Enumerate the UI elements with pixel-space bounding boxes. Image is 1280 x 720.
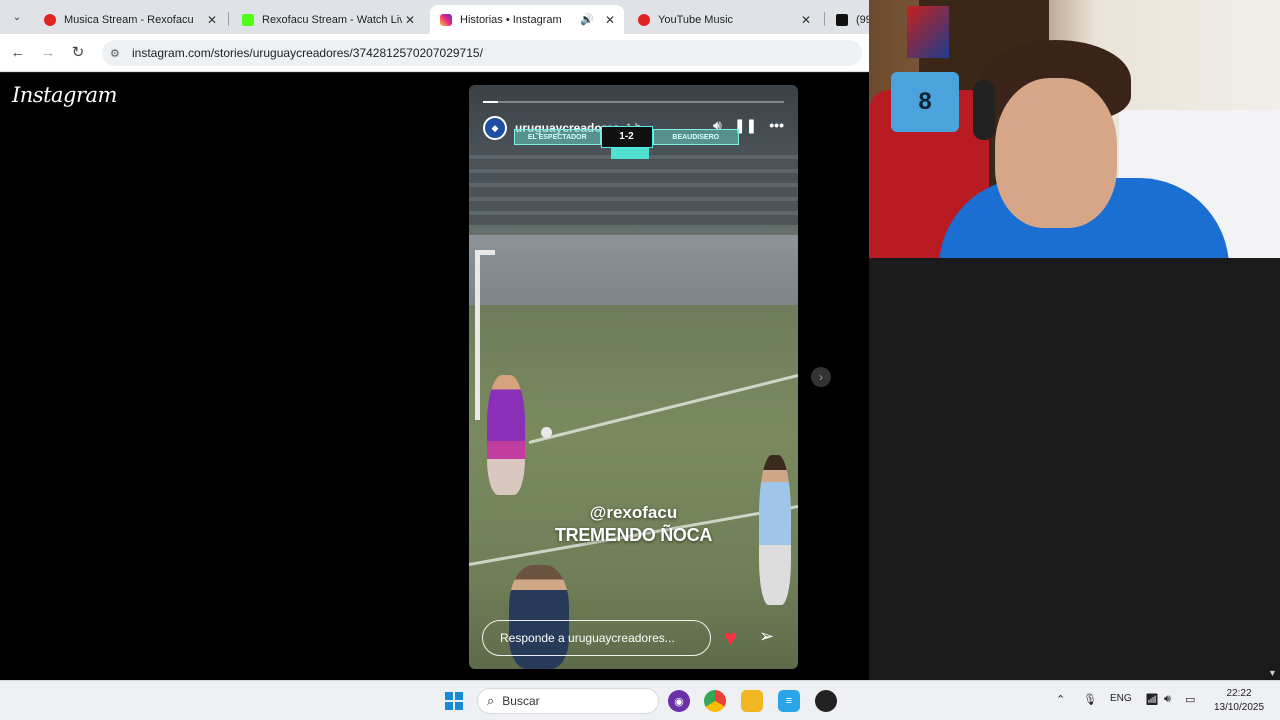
microphone-icon[interactable]: 🎙︎ xyxy=(1083,693,1097,706)
close-icon[interactable]: ✕ xyxy=(602,13,618,27)
close-icon[interactable]: ✕ xyxy=(798,13,814,27)
volume-icon[interactable]: 🔊︎ xyxy=(1164,693,1171,706)
goalkeeper-player xyxy=(487,375,525,495)
site-settings-icon[interactable]: ⚙ xyxy=(110,47,126,60)
next-story-chevron-icon[interactable]: › xyxy=(811,367,831,387)
webcam-feed: 8 xyxy=(869,0,1280,258)
tab-search-button[interactable]: ⌄ xyxy=(6,7,28,27)
scroll-down-arrow-icon[interactable]: ▼ xyxy=(1268,668,1277,678)
obs-icon[interactable] xyxy=(815,690,837,712)
chevron-up-icon[interactable]: ⌃ xyxy=(1056,693,1065,706)
speaker-icon[interactable]: 🔊 xyxy=(580,13,594,26)
instagram-story-page: Instagram ◆ uruguaycreadores 1 h 🔊︎ ❚❚ •… xyxy=(0,73,870,680)
story-mention[interactable]: @rexofacu xyxy=(469,503,798,523)
address-bar: ← → ↻ ⚙ instagram.com/stories/uruguaycre… xyxy=(0,34,870,72)
youtube-icon xyxy=(44,13,56,26)
field-line xyxy=(528,373,798,444)
reply-input[interactable]: Responde a uruguaycreadores... xyxy=(482,620,711,656)
match-scorebug: EL ESPECTADOR 1-2 BEAUDISERO xyxy=(514,126,739,148)
taskbar: ⌕ Buscar ◉ ≡ ⌃ 🎙︎ ENG 📶︎ 🔊︎ ▭ 22:22 13/1… xyxy=(0,680,1280,720)
like-heart-icon[interactable]: ♥ xyxy=(724,625,737,651)
forward-arrow-icon[interactable]: → xyxy=(38,43,58,63)
stadium-wall xyxy=(469,235,798,305)
battery-icon[interactable]: ▭ xyxy=(1185,693,1195,706)
tab-bar: ⌄ Musica Stream - Rexofacu ✕ Rexofacu St… xyxy=(0,0,870,34)
chrome-icon[interactable] xyxy=(704,690,726,712)
tab-instagram-stories[interactable]: Historias • Instagram 🔊 ✕ xyxy=(430,5,624,34)
tab-title: Rexofacu Stream - Watch Live o xyxy=(262,13,402,26)
more-options-icon[interactable]: ••• xyxy=(769,117,784,134)
tab-divider xyxy=(824,12,825,26)
back-arrow-icon[interactable]: ← xyxy=(8,43,28,63)
tab-title: YouTube Music xyxy=(658,13,734,26)
tab-divider xyxy=(228,12,229,26)
tab-title: Historias • Instagram xyxy=(460,13,562,26)
close-icon[interactable]: ✕ xyxy=(204,13,220,27)
jersey: 8 xyxy=(891,72,959,132)
clock-time: 22:22 xyxy=(1226,688,1252,699)
file-explorer-icon[interactable] xyxy=(741,690,763,712)
url-text: instagram.com/stories/uruguaycreadores/3… xyxy=(132,46,483,60)
avatar[interactable]: ◆ xyxy=(483,116,507,140)
person-face xyxy=(995,78,1117,228)
send-icon[interactable]: ➢ xyxy=(759,626,774,647)
podcast-app-icon[interactable]: ◉ xyxy=(668,690,690,712)
clock-date: 13/10/2025 xyxy=(1213,702,1265,713)
instagram-logo[interactable]: Instagram xyxy=(12,83,117,107)
reload-icon[interactable]: ↻ xyxy=(68,43,88,63)
wifi-icon[interactable]: 📶︎ xyxy=(1145,693,1159,706)
tab-tiktok[interactable]: (99 xyxy=(826,5,870,34)
tab-youtube-music[interactable]: YouTube Music ✕ xyxy=(628,5,820,34)
story-caption: @rexofacu TREMENDO ÑOCA xyxy=(469,503,798,546)
story-progress-fill xyxy=(483,101,499,103)
poster xyxy=(907,6,949,58)
tab-rexofacu-stream[interactable]: Rexofacu Stream - Watch Live o ✕ xyxy=(232,5,424,34)
language-indicator[interactable]: ENG xyxy=(1110,693,1132,704)
close-icon[interactable]: ✕ xyxy=(402,13,418,27)
clock[interactable]: 22:22 13/10/2025 xyxy=(1208,687,1270,715)
story-caption-text: TREMENDO ÑOCA xyxy=(554,525,713,545)
windows-start-icon[interactable] xyxy=(445,692,463,710)
headset xyxy=(973,80,995,140)
away-team-label: BEAUDISERO xyxy=(652,129,739,145)
youtube-music-icon xyxy=(638,13,650,26)
url-field[interactable]: ⚙ instagram.com/stories/uruguaycreadores… xyxy=(102,40,862,66)
chevron-down-icon: ⌄ xyxy=(12,11,22,23)
soccer-ball xyxy=(541,427,552,438)
taskbar-search[interactable]: ⌕ Buscar xyxy=(477,688,659,714)
tab-title: (99 xyxy=(856,13,870,26)
story-progress-bar xyxy=(483,101,784,103)
home-team-label: EL ESPECTADOR xyxy=(514,129,601,145)
kick-icon xyxy=(242,13,254,26)
instagram-icon xyxy=(440,13,452,26)
tiktok-icon xyxy=(836,13,848,26)
search-icon: ⌕ xyxy=(487,693,495,708)
search-placeholder: Buscar xyxy=(502,694,540,708)
story-viewer[interactable]: ◆ uruguaycreadores 1 h 🔊︎ ❚❚ ••• EL ESPE… xyxy=(469,85,798,669)
tab-title: Musica Stream - Rexofacu xyxy=(64,13,194,26)
match-score: 1-2 xyxy=(600,126,653,148)
empty-panel xyxy=(869,258,1280,680)
tab-musica-stream[interactable]: Musica Stream - Rexofacu ✕ xyxy=(34,5,226,34)
notepad-icon[interactable]: ≡ xyxy=(778,690,800,712)
scorebug-indicator xyxy=(611,148,649,159)
